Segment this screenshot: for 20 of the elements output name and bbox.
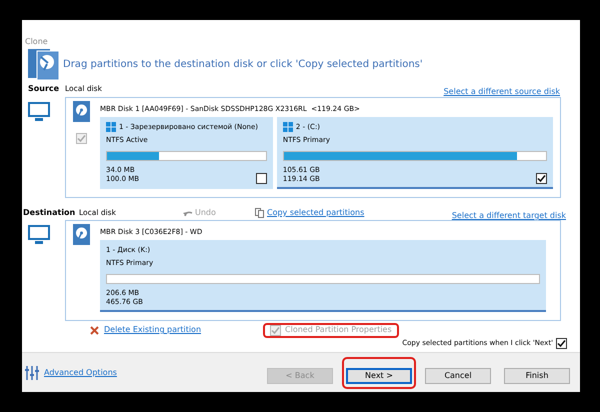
monitor-icon [28, 225, 50, 245]
select-source-link[interactable]: Select a different source disk [444, 87, 560, 96]
select-target-link[interactable]: Select a different target disk [452, 211, 566, 220]
delete-icon [90, 326, 99, 334]
clone-disk-icon [28, 48, 60, 80]
window-title: Clone [25, 37, 48, 46]
copy-icon [255, 208, 264, 218]
monitor-icon [28, 102, 50, 122]
instruction-text: Drag partitions to the destination disk or click 'Copy selected partitions' [63, 58, 423, 72]
wizard-button[interactable]: Cancel [425, 368, 491, 384]
wizard-button[interactable]: Finish [504, 368, 570, 384]
section-label: Destination [23, 207, 76, 219]
section-label: Source [28, 83, 60, 95]
sliders-icon [25, 366, 39, 380]
advanced-options-link[interactable]: Advanced Options [44, 366, 117, 378]
copy-partitions-link[interactable]: Copy selected partitions [267, 207, 364, 219]
copy-on-next-checkbox[interactable] [556, 338, 567, 349]
wizard-button[interactable]: Next > [346, 368, 412, 384]
delete-partition-link[interactable]: Delete Existing partition [104, 324, 202, 336]
undo-icon [183, 210, 193, 216]
